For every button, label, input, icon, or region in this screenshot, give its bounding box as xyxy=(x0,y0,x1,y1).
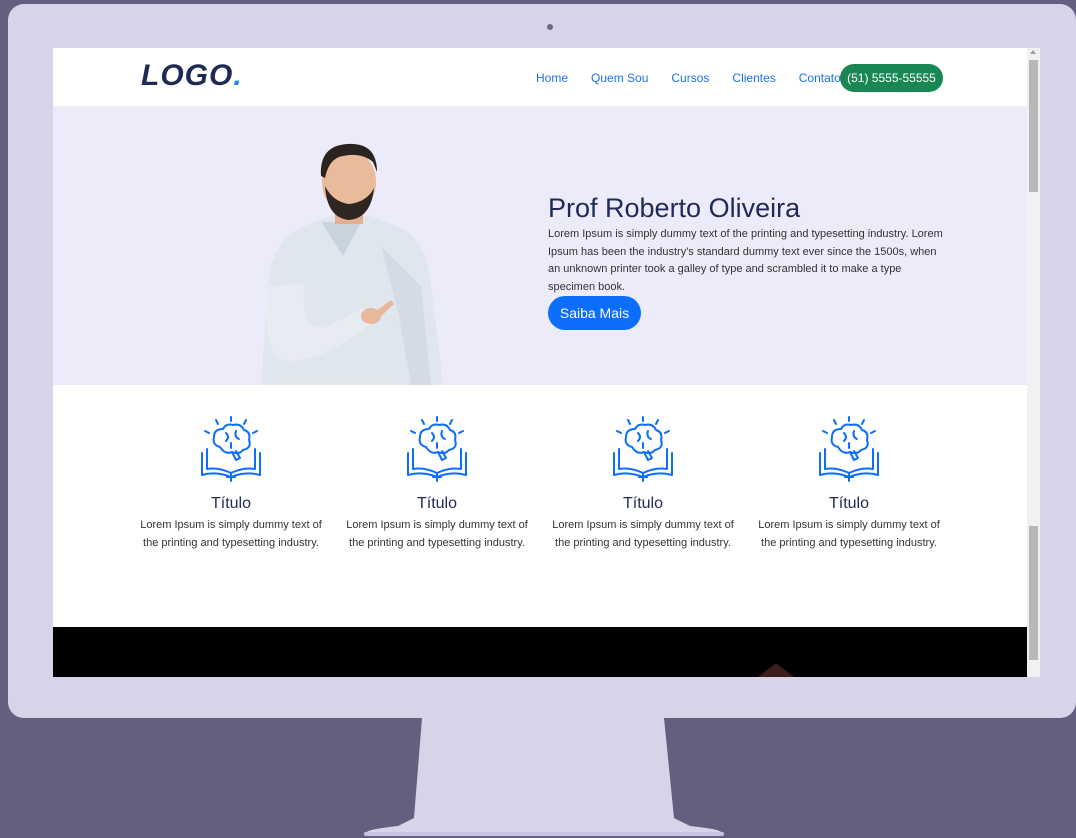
feature-card: Título Lorem Ipsum is simply dummy text … xyxy=(754,415,944,552)
brain-book-icon xyxy=(819,416,879,482)
scrollbar-thumb[interactable] xyxy=(1029,60,1038,192)
brain-book-icon xyxy=(201,416,261,482)
camera-dot xyxy=(547,24,553,30)
nav-menu: Home Quem Sou Cursos Clientes Contato xyxy=(536,64,864,92)
feature-text: Lorem Ipsum is simply dummy text of the … xyxy=(552,519,734,549)
scrollbar-track-segment xyxy=(1029,526,1038,660)
navbar: LOGO. Home Quem Sou Cursos Clientes Cont… xyxy=(53,48,1027,106)
feature-card: Título Lorem Ipsum is simply dummy text … xyxy=(342,415,532,552)
nav-item-clientes[interactable]: Clientes xyxy=(732,71,775,85)
features-section: Título Lorem Ipsum is simply dummy text … xyxy=(53,385,1027,627)
logo-text: LOGO xyxy=(141,59,234,92)
dark-section xyxy=(53,627,1027,677)
hero-title: Prof Roberto Oliveira xyxy=(548,193,801,224)
browser-viewport: LOGO. Home Quem Sou Cursos Clientes Cont… xyxy=(53,48,1040,677)
nav-item-home[interactable]: Home xyxy=(536,71,568,85)
phone-button[interactable]: (51) 5555-55555 xyxy=(840,64,943,92)
vertical-scrollbar[interactable] xyxy=(1027,48,1040,677)
monitor-stand xyxy=(364,718,724,836)
saiba-mais-button[interactable]: Saiba Mais xyxy=(548,296,641,330)
feature-text: Lorem Ipsum is simply dummy text of the … xyxy=(140,519,322,549)
scroll-up-arrow-icon[interactable] xyxy=(1030,50,1036,54)
feature-text: Lorem Ipsum is simply dummy text of the … xyxy=(346,519,528,549)
feature-card: Título Lorem Ipsum is simply dummy text … xyxy=(548,415,738,552)
feature-title: Título xyxy=(210,495,251,512)
nav-item-cursos[interactable]: Cursos xyxy=(671,71,709,85)
feature-title: Título xyxy=(622,495,663,512)
hero-section: Prof Roberto Oliveira Lorem Ipsum is sim… xyxy=(53,106,1027,385)
nav-item-quem-sou[interactable]: Quem Sou xyxy=(591,71,648,85)
feature-text: Lorem Ipsum is simply dummy text of the … xyxy=(758,519,940,549)
web-page: LOGO. Home Quem Sou Cursos Clientes Cont… xyxy=(53,48,1027,677)
dark-section-shape xyxy=(758,663,794,677)
nav-item-contato[interactable]: Contato xyxy=(799,71,841,85)
brain-book-icon xyxy=(613,416,673,482)
feature-title: Título xyxy=(416,495,457,512)
person-photo xyxy=(261,143,443,385)
logo[interactable]: LOGO. xyxy=(141,59,243,93)
hero-description: Lorem Ipsum is simply dummy text of the … xyxy=(548,228,943,293)
logo-dot: . xyxy=(233,59,243,92)
brain-book-icon xyxy=(407,416,467,482)
feature-title: Título xyxy=(828,495,869,512)
feature-card: Título Lorem Ipsum is simply dummy text … xyxy=(136,415,326,552)
